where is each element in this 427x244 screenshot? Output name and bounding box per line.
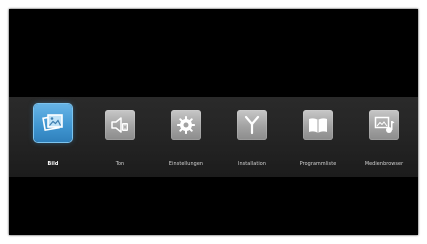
menu-item-medienbrowser[interactable]: Medienbrowser [355,97,413,177]
menu-label-medienbrowser: Medienbrowser [364,161,404,167]
menu-item-bild[interactable]: Bild [24,97,82,177]
book-icon [303,110,333,140]
menu-label-programmliste: Programmliste [299,161,337,167]
antenna-icon [237,110,267,140]
menu-label-installation: Installation [237,161,267,167]
menu-label-bild: Bild [47,161,59,167]
main-menu-bar: Bild Ton Einstellungen Installation Prog… [9,97,418,177]
picture-icon [34,104,72,142]
menu-item-ton[interactable]: Ton [91,97,149,177]
tv-screen: Bild Ton Einstellungen Installation Prog… [9,9,418,235]
menu-item-einstellungen[interactable]: Einstellungen [157,97,215,177]
media-icon [369,110,399,140]
menu-item-programmliste[interactable]: Programmliste [289,97,347,177]
menu-item-installation[interactable]: Installation [223,97,281,177]
speaker-icon [105,110,135,140]
gear-icon [171,110,201,140]
menu-label-einstellungen: Einstellungen [168,161,204,167]
menu-label-ton: Ton [115,161,125,167]
